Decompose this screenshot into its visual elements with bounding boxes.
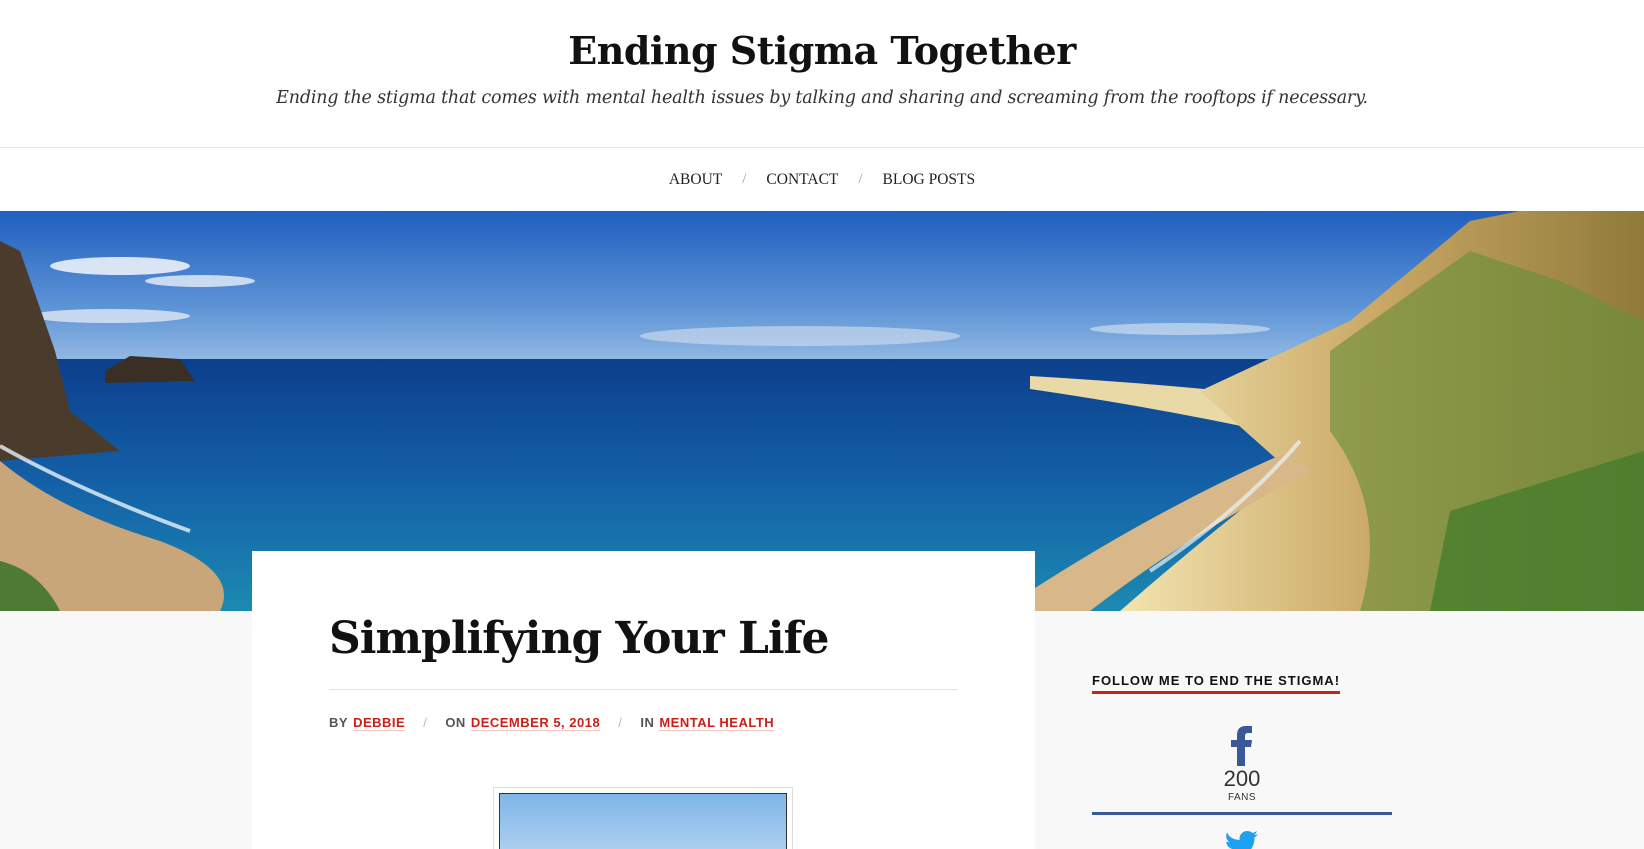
category-link[interactable]: Mental Health (659, 715, 775, 731)
social-counter-widget: 200 Fans (1092, 726, 1392, 849)
facebook-underline (1092, 812, 1392, 815)
site-header: Ending Stigma Together Ending the stigma… (0, 0, 1644, 148)
site-title[interactable]: Ending Stigma Together (0, 28, 1644, 73)
nav-separator: / (742, 171, 747, 187)
facebook-icon[interactable] (1229, 726, 1255, 766)
post-title[interactable]: Simplifying Your Life (329, 613, 830, 664)
date-link[interactable]: December 5, 2018 (470, 715, 601, 731)
main-nav: About / Contact / Blog Posts (0, 148, 1644, 211)
meta-in-prefix: In (640, 715, 655, 730)
post-image-sky (499, 793, 787, 849)
sidebar: Follow me to end the stigma! 200 Fans (1092, 672, 1392, 849)
post-meta: By Debbie / On December 5, 2018 / In Men… (329, 715, 775, 731)
nav-item-contact[interactable]: Contact (766, 171, 838, 189)
nav-item-about[interactable]: About (669, 171, 722, 189)
site-description: Ending the stigma that comes with mental… (276, 88, 1368, 108)
meta-by-prefix: By (329, 715, 349, 730)
nav-item-blog-posts[interactable]: Blog Posts (883, 171, 976, 189)
facebook-count: 200 (1223, 766, 1261, 791)
meta-separator: / (423, 715, 428, 730)
meta-on-prefix: On (445, 715, 466, 730)
author-link[interactable]: Debbie (353, 715, 406, 731)
title-divider (329, 689, 958, 690)
meta-separator: / (618, 715, 623, 730)
post-card: Simplifying Your Life By Debbie / On Dec… (252, 551, 1035, 849)
nav-separator: / (858, 171, 863, 187)
post-image (493, 787, 793, 849)
facebook-count-label: Fans (1227, 792, 1257, 803)
widget-title: Follow me to end the stigma! (1092, 673, 1341, 694)
twitter-icon[interactable] (1226, 831, 1258, 849)
